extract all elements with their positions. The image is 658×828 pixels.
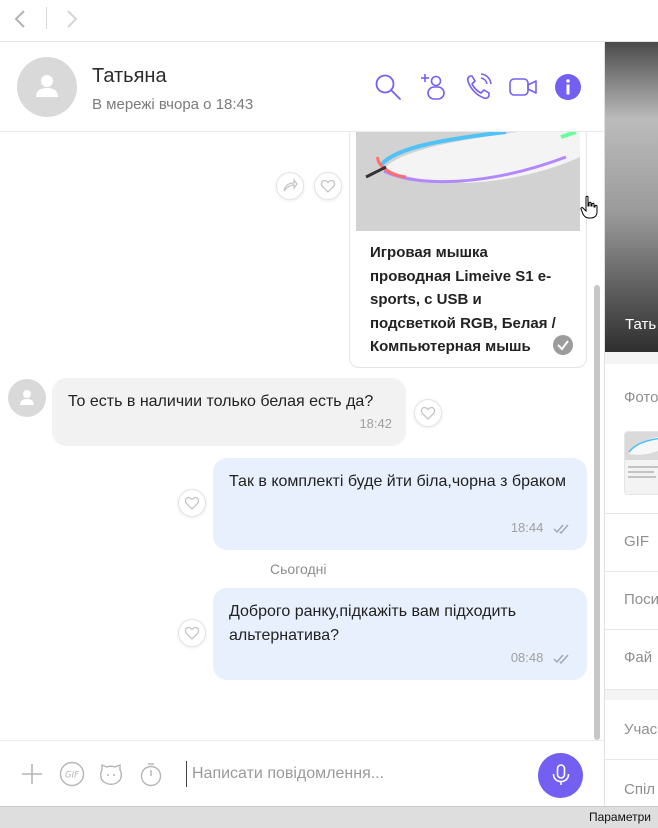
product-title[interactable]: Игровая мышка проводная Limeive S1 e-spo… [370, 241, 570, 359]
text-caret [186, 761, 187, 787]
message-text: Доброго ранку,підкажіть вам підходить ал… [229, 603, 517, 644]
message-status: 18:44 [511, 516, 573, 540]
settings-label[interactable]: Параметри [589, 810, 651, 824]
message-scrollbar[interactable] [594, 285, 600, 740]
delivered-ticks-icon [553, 524, 569, 534]
chat-info-panel: Тать Фото GIF Поси Фай Учас Спіл [604, 42, 658, 806]
user-silhouette-icon [20, 390, 34, 405]
message-time: 18:42 [359, 416, 392, 431]
message-text: То есть в наличии только белая есть да? [68, 393, 374, 410]
heart-icon [184, 626, 200, 640]
info-section-shared[interactable]: Спіл [605, 760, 658, 806]
day-divider: Сьогодні [270, 561, 327, 577]
contact-status: В мережі вчора о 18:43 [92, 96, 254, 113]
timer-icon[interactable] [138, 761, 164, 787]
heart-icon [184, 496, 200, 510]
media-thumbnail[interactable] [624, 431, 658, 495]
info-section-files[interactable]: Фай [605, 630, 658, 690]
info-section-gif[interactable]: GIF [605, 514, 658, 572]
status-bar: Параметри [0, 806, 658, 828]
message-bubble-outgoing[interactable]: Доброго ранку,підкажіть вам підходить ал… [213, 588, 587, 680]
chat-header: Татьяна В мережі вчора о 18:43 [0, 42, 604, 132]
message-time: 18:44 [510, 520, 544, 535]
forward-arrow-icon[interactable] [60, 8, 82, 30]
like-button[interactable] [178, 619, 206, 647]
read-check-icon [553, 335, 573, 355]
search-icon[interactable] [373, 72, 403, 102]
heart-icon [420, 406, 436, 420]
delivered-ticks-icon [553, 654, 569, 664]
voice-message-button[interactable] [538, 753, 583, 798]
nav-separator [46, 7, 47, 29]
product-image [356, 132, 580, 231]
sticker-icon[interactable] [98, 761, 124, 787]
microphone-icon [552, 764, 570, 785]
plus-icon[interactable] [19, 761, 45, 787]
message-time: 08:48 [510, 650, 544, 665]
contact-name[interactable]: Татьяна [92, 65, 167, 88]
add-participant-icon[interactable] [419, 72, 449, 102]
info-contact-name: Тать [625, 316, 657, 333]
heart-icon [320, 179, 336, 193]
info-section-participants[interactable]: Учас [605, 700, 658, 760]
message-status: 08:48 [511, 646, 573, 670]
forward-button[interactable] [276, 172, 304, 200]
contact-photo: Тать [605, 42, 658, 352]
svg-text:GIF: GIF [65, 771, 79, 781]
info-icon[interactable] [553, 72, 583, 102]
message-bubble-incoming[interactable]: То есть в наличии только белая есть да? … [52, 378, 406, 446]
gif-icon[interactable]: GIF [59, 761, 85, 787]
video-call-icon[interactable] [508, 72, 538, 102]
message-composer: GIF [0, 740, 604, 806]
like-button[interactable] [178, 489, 206, 517]
sender-avatar[interactable] [8, 379, 46, 417]
viber-window: Татьяна В мережі вчора о 18:43 Игровая м… [0, 0, 658, 828]
message-text: Так в комплекті буде йти біла,чорна з бр… [229, 473, 566, 490]
back-arrow-icon[interactable] [10, 8, 32, 30]
voice-call-icon[interactable] [464, 72, 494, 102]
like-button[interactable] [414, 399, 442, 427]
product-link-card[interactable]: Игровая мышка проводная Limeive S1 e-spo… [349, 132, 587, 368]
like-button[interactable] [314, 172, 342, 200]
info-section-links[interactable]: Поси [605, 572, 658, 630]
message-bubble-outgoing[interactable]: Так в комплекті буде йти біла,чорна з бр… [213, 458, 587, 550]
user-silhouette-icon [36, 75, 58, 97]
contact-avatar[interactable] [17, 57, 77, 117]
share-arrow-icon [283, 178, 298, 192]
message-list[interactable]: Игровая мышка проводная Limeive S1 e-spo… [0, 132, 604, 740]
hand-cursor-icon [580, 195, 598, 219]
message-input[interactable] [192, 759, 522, 789]
navigation-bar [0, 0, 658, 42]
